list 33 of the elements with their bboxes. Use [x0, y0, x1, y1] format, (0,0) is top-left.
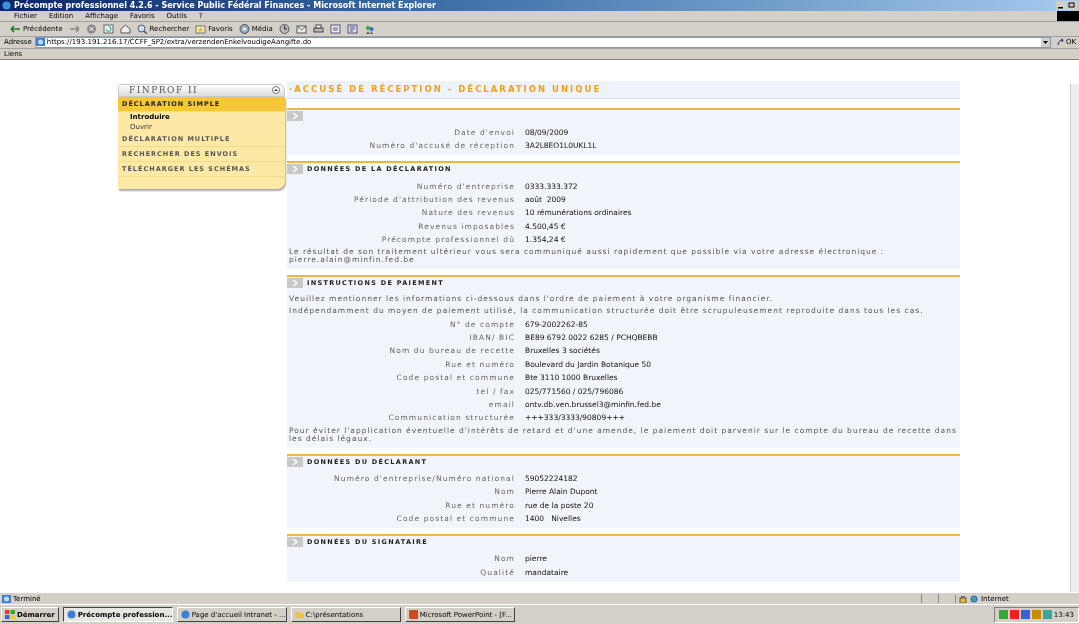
chevron-icon — [287, 456, 303, 467]
search-icon — [136, 23, 148, 34]
padlock-icon — [959, 594, 967, 603]
star-folder-icon — [195, 23, 207, 34]
disc-icon — [238, 23, 250, 34]
refresh-icon[interactable] — [102, 23, 114, 34]
dropdown-arrow-icon[interactable] — [1040, 37, 1050, 47]
go-arrow-icon — [1056, 38, 1065, 47]
scrollbar[interactable] — [1070, 83, 1079, 593]
page-icon — [35, 38, 45, 47]
chevron-icon — [287, 278, 303, 289]
page-title: ·ACCUSÉ DE RÉCEPTION - DÉCLARATION UNIQUE — [287, 80, 960, 99]
collapse-icon[interactable] — [272, 86, 280, 95]
folder-icon — [294, 610, 304, 620]
envelope-icon[interactable] — [295, 23, 307, 34]
people-icon[interactable] — [363, 23, 375, 34]
forward-arrow-icon[interactable] — [68, 23, 80, 34]
slides-icon — [408, 610, 418, 620]
minimize-icon[interactable] — [1056, 0, 1066, 10]
restore-icon[interactable] — [1067, 0, 1077, 10]
sidebar-title: FINPROF II — [129, 85, 199, 96]
chevron-icon — [287, 537, 303, 548]
chevron-icon — [287, 164, 303, 175]
clock-icon[interactable] — [278, 23, 290, 34]
chevron-icon — [287, 110, 303, 121]
document-icon[interactable] — [329, 23, 341, 34]
globe-icon — [970, 594, 978, 603]
notes-icon[interactable] — [346, 23, 358, 34]
window-title: Précompte professionnel 4.2.6 - Service Public Fédéral Finances - Microsoft Internet Explorer — [14, 0, 437, 10]
printer-icon[interactable] — [312, 23, 324, 34]
back-arrow-icon — [10, 23, 21, 34]
page-icon — [2, 594, 11, 603]
stop-icon[interactable] — [85, 23, 97, 34]
